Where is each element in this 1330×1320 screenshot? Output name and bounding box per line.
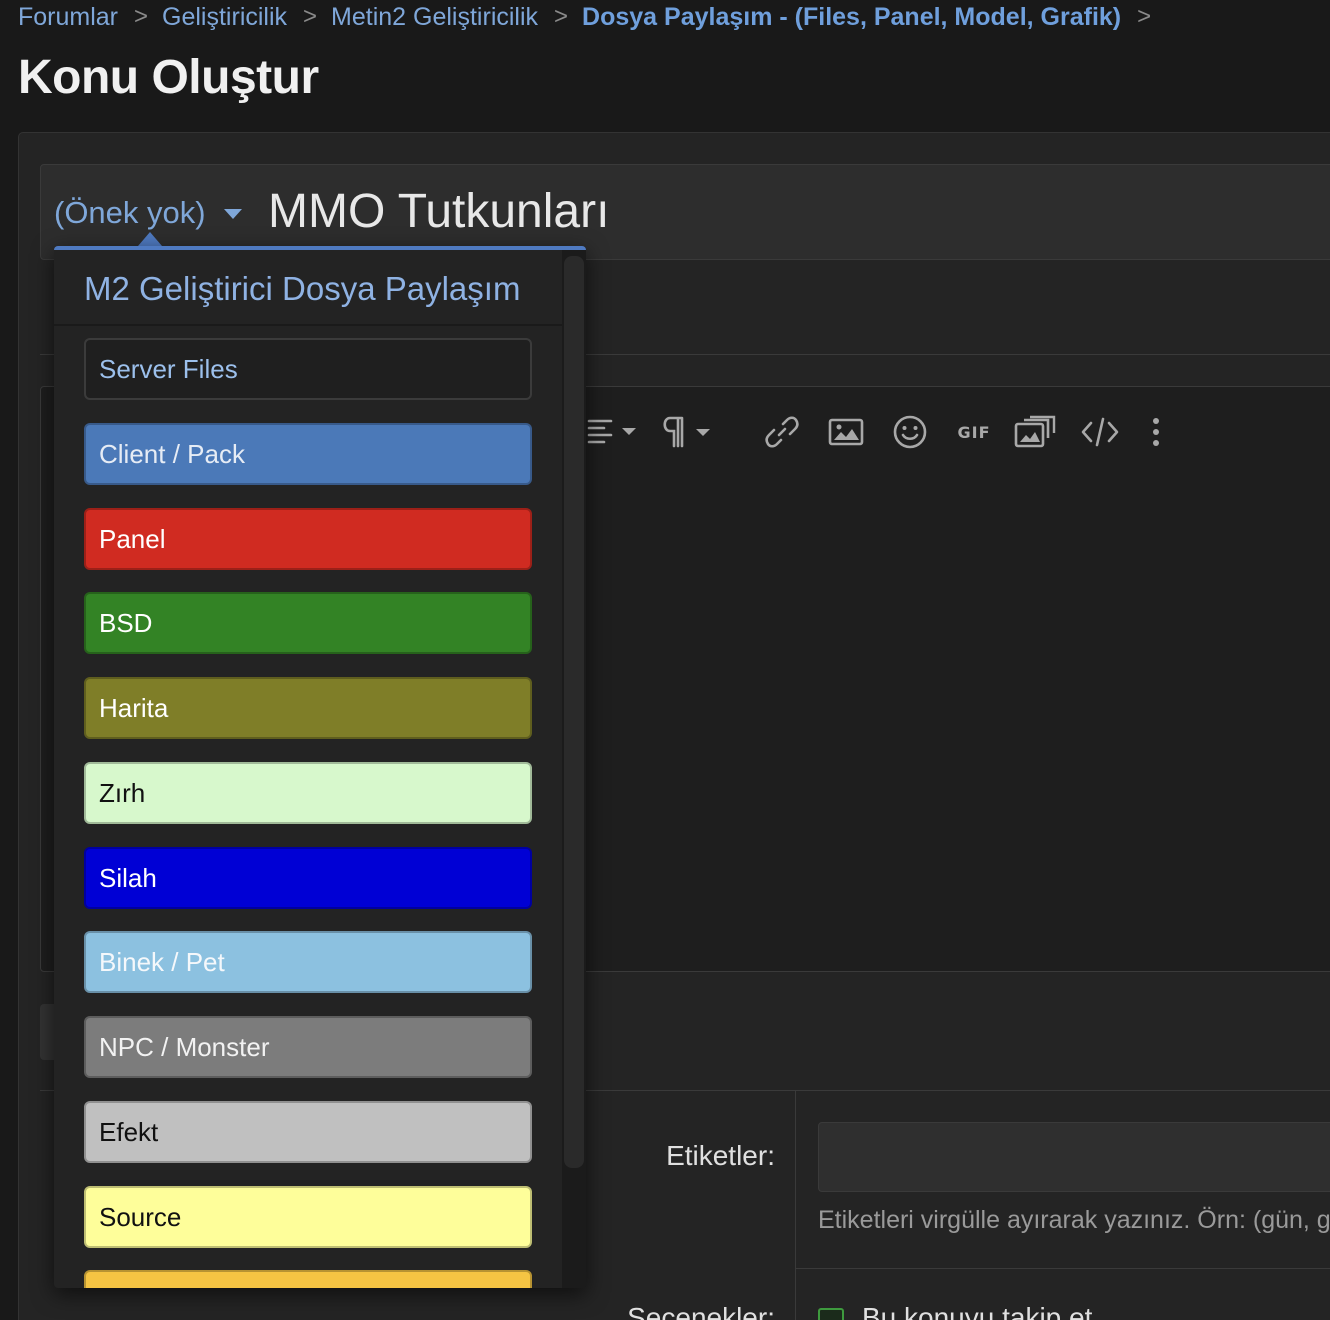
divider (795, 1268, 1330, 1269)
menu-scrollbar[interactable] (562, 250, 586, 1288)
prefix-group-title: M2 Geliştirici Dosya Paylaşım (84, 270, 521, 307)
editor-toolbar: GIF (584, 408, 1162, 456)
breadcrumb-separator: > (134, 3, 149, 30)
tags-input[interactable] (818, 1122, 1330, 1192)
prefix-option[interactable] (84, 1270, 532, 1288)
follow-thread-label[interactable]: Bu konuyu takip et (862, 1302, 1092, 1320)
code-icon[interactable] (1080, 408, 1120, 456)
gif-icon[interactable]: GIF (956, 408, 992, 456)
prefix-option[interactable]: Silah (84, 847, 532, 909)
prefix-option-label: Binek / Pet (99, 946, 225, 977)
options-label: Seçenekler: (627, 1302, 775, 1320)
image-icon[interactable] (828, 408, 864, 456)
prefix-option[interactable]: Server Files (84, 338, 532, 400)
prefix-option[interactable]: BSD (84, 592, 532, 654)
media-gallery-icon[interactable] (1014, 408, 1056, 456)
prefix-option[interactable]: Binek / Pet (84, 931, 532, 993)
prefix-option[interactable]: Client / Pack (84, 423, 532, 485)
tags-label: Etiketler: (666, 1140, 775, 1171)
prefix-option[interactable]: Source (84, 1186, 532, 1248)
prefix-dropdown-toggle[interactable]: (Önek yok) (54, 190, 242, 236)
prefix-option-label: BSD (99, 607, 153, 638)
prefix-option-label: Panel (99, 523, 166, 554)
prefix-option-label: Harita (99, 692, 169, 723)
prefix-option[interactable]: Efekt (84, 1101, 532, 1163)
prefix-option-label: Server Files (99, 353, 238, 384)
divider (795, 1090, 796, 1320)
prefix-option-label: Source (99, 1201, 182, 1232)
breadcrumb-link-metin2-development[interactable]: Metin2 Geliştiricilik (331, 3, 538, 32)
more-options-icon[interactable] (1150, 408, 1162, 456)
prefix-option[interactable]: NPC / Monster (84, 1016, 532, 1078)
link-icon[interactable] (764, 408, 800, 456)
breadcrumb-link-file-sharing[interactable]: Dosya Paylaşım - (Files, Panel, Model, G… (582, 3, 1121, 32)
prefix-option[interactable]: Zırh (84, 762, 532, 824)
align-icon[interactable] (584, 408, 640, 456)
breadcrumb-link-development[interactable]: Geliştiricilik (162, 3, 287, 32)
breadcrumb: Forumlar > Geliştiricilik > Metin2 Geliş… (18, 0, 1165, 34)
prefix-option[interactable]: Panel (84, 508, 532, 570)
prefix-option-label: Client / Pack (99, 438, 245, 469)
breadcrumb-link-forums[interactable]: Forumlar (18, 3, 118, 32)
prefix-menu: M2 Geliştirici Dosya Paylaşım Server Fil… (54, 246, 586, 1288)
paragraph-icon[interactable] (660, 408, 716, 456)
prefix-label: (Önek yok) (54, 195, 206, 230)
menu-scrollbar-thumb[interactable] (564, 256, 584, 1168)
caret-down-icon (223, 209, 242, 219)
prefix-group-header: M2 Geliştirici Dosya Paylaşım (54, 250, 562, 326)
breadcrumb-separator: > (303, 3, 318, 30)
prefix-option-label: Silah (99, 862, 157, 893)
prefix-option-label: Zırh (99, 777, 146, 808)
prefix-option-label: Efekt (99, 1116, 159, 1147)
menu-pointer (138, 232, 162, 246)
prefix-option-label: NPC / Monster (99, 1031, 270, 1062)
page-title: Konu Oluştur (18, 51, 319, 104)
tags-hint: Etiketleri virgülle ayırarak yazınız. Ör… (818, 1206, 1330, 1234)
follow-thread-checkbox[interactable] (818, 1308, 844, 1320)
thread-title-input[interactable]: MMO Tutkunları (268, 184, 609, 239)
breadcrumb-separator: > (1137, 3, 1152, 30)
smiley-icon[interactable] (892, 408, 928, 456)
breadcrumb-separator: > (554, 3, 569, 30)
prefix-option[interactable]: Harita (84, 677, 532, 739)
